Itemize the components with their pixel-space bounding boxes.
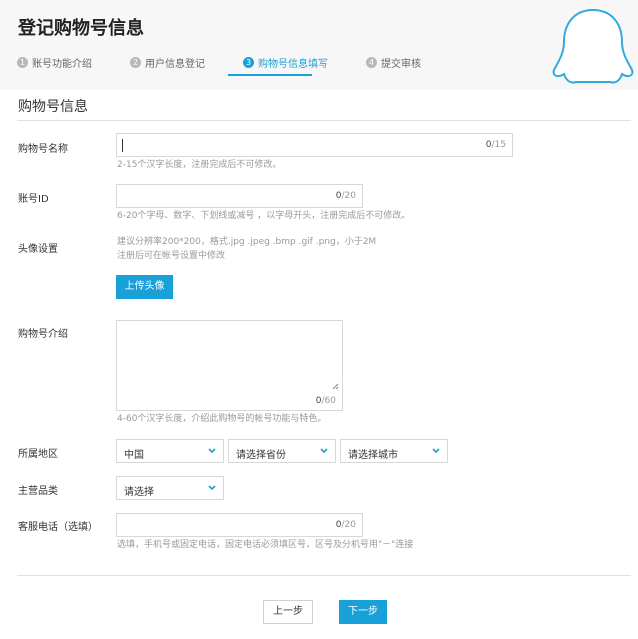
step-3: 3 购物号信息填写 (243, 55, 328, 70)
section-title: 购物号信息 (18, 99, 88, 115)
step-number: 4 (366, 56, 377, 68)
city-select[interactable]: 请选择城市 (340, 439, 448, 463)
phone-hint: 选填，手机号或固定电话，固定电话必须填区号，区号及分机号用"－"连接 (117, 540, 414, 550)
chevron-down-icon (208, 485, 216, 491)
name-label: 购物号名称 (18, 144, 68, 155)
category-value: 请选择 (124, 487, 154, 498)
step-label: 账号功能介绍 (32, 58, 92, 70)
page-title: 登记购物号信息 (18, 18, 144, 39)
step-number: 3 (243, 56, 254, 68)
intro-char-counter: 0/60 (315, 396, 336, 406)
intro-hint: 4-60个汉字长度，介绍此购物号的帐号功能与特色。 (117, 414, 327, 424)
step-number: 2 (130, 56, 141, 68)
name-hint: 2-15个汉字长度，注册完成后不可修改。 (117, 160, 282, 170)
step-number: 1 (17, 56, 28, 68)
step-label: 提交审核 (381, 58, 421, 70)
account-id-input[interactable]: 0/20 (116, 184, 363, 208)
chevron-down-icon (208, 448, 216, 454)
step-1: 1 账号功能介绍 (17, 55, 92, 70)
province-value: 请选择省份 (236, 450, 286, 461)
category-label: 主营品类 (18, 486, 58, 497)
name-input[interactable]: 0/15 (116, 133, 513, 157)
country-value: 中国 (124, 450, 144, 461)
phone-char-counter: 0/20 (335, 520, 356, 530)
account-id-char-counter: 0/20 (335, 191, 356, 201)
account-id-label: 账号ID (18, 194, 49, 205)
resize-grip-icon[interactable] (332, 383, 339, 390)
penguin-mascot-icon (552, 8, 634, 84)
account-id-hint: 6-20个字母、数字、下划线或减号 ，以字母开头，注册完成后不可修改。 (117, 211, 411, 221)
active-step-underline (228, 74, 312, 76)
avatar-label: 头像设置 (18, 244, 58, 255)
intro-label: 购物号介绍 (18, 329, 68, 340)
section-divider (17, 120, 631, 121)
next-step-button[interactable]: 下一步 (339, 600, 387, 624)
category-select[interactable]: 请选择 (116, 476, 224, 500)
province-select[interactable]: 请选择省份 (228, 439, 336, 463)
text-caret (122, 139, 123, 152)
region-label: 所属地区 (18, 449, 58, 460)
phone-label: 客服电话（选填） (18, 522, 98, 533)
footer-divider (17, 575, 631, 576)
intro-textarea[interactable]: 0/60 (116, 320, 343, 411)
phone-input[interactable]: 0/20 (116, 513, 363, 537)
step-label: 购物号信息填写 (258, 58, 328, 70)
avatar-hint-format: 建议分辨率200*200，格式.jpg .jpeg .bmp .gif .png… (117, 237, 377, 247)
chevron-down-icon (320, 448, 328, 454)
city-value: 请选择城市 (348, 450, 398, 461)
step-label: 用户信息登记 (145, 58, 205, 70)
chevron-down-icon (432, 448, 440, 454)
country-select[interactable]: 中国 (116, 439, 224, 463)
name-char-counter: 0/15 (485, 140, 506, 150)
step-2: 2 用户信息登记 (130, 55, 205, 70)
step-4: 4 提交审核 (366, 55, 421, 70)
upload-avatar-button[interactable]: 上传头像 (116, 275, 173, 299)
previous-step-button[interactable]: 上一步 (263, 600, 313, 624)
avatar-hint-modify: 注册后可在帐号设置中修改 (117, 251, 226, 261)
step-progress: 1 账号功能介绍 2 用户信息登记 3 购物号信息填写 4 提交审核 (17, 55, 459, 70)
